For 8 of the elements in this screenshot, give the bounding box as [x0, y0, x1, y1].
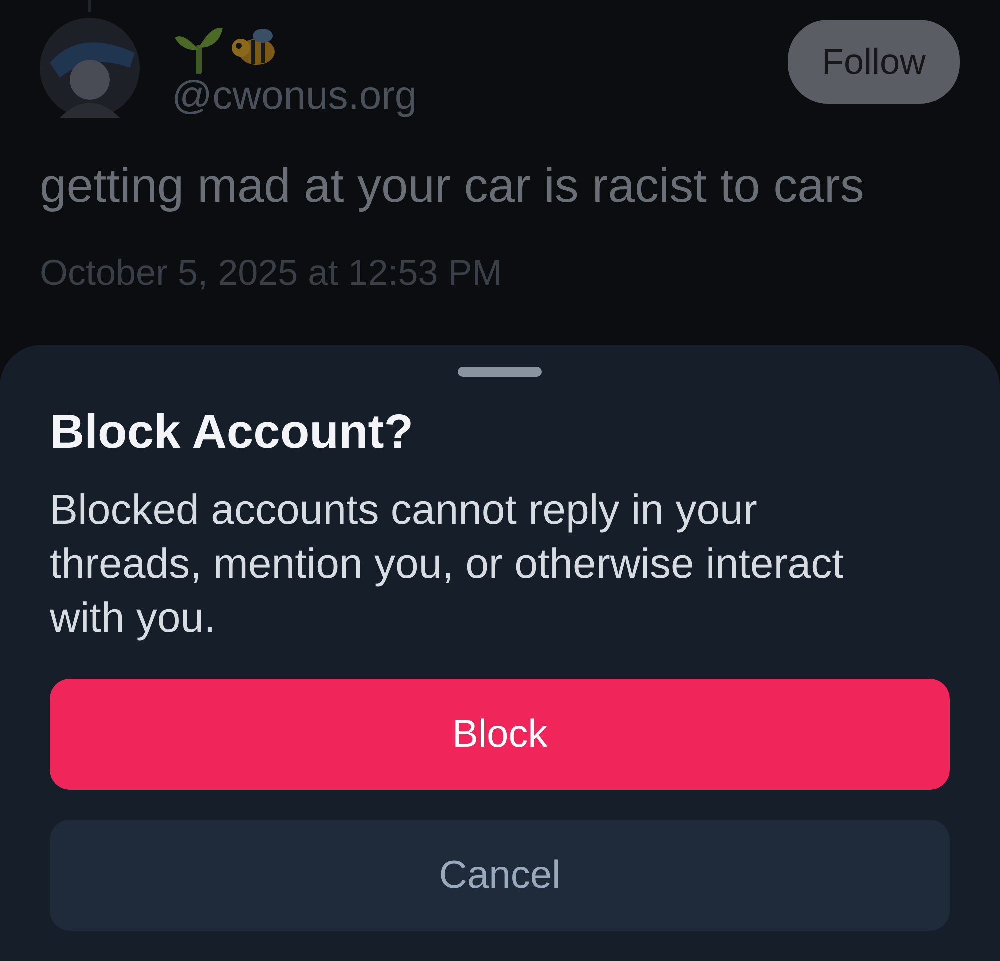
post-text: getting mad at your car is racist to cars [40, 159, 866, 215]
cancel-button[interactable]: Cancel [50, 820, 950, 931]
user-handle[interactable]: @cwonus.org [172, 74, 788, 118]
dialog-title: Block Account? [50, 405, 415, 461]
drag-handle[interactable] [458, 367, 542, 377]
block-button[interactable]: Block [50, 679, 950, 790]
dialog-message: Blocked accounts cannot reply in your threads, mention you, or otherwise interact with you. [50, 485, 845, 643]
follow-button[interactable]: Follow [788, 20, 960, 104]
